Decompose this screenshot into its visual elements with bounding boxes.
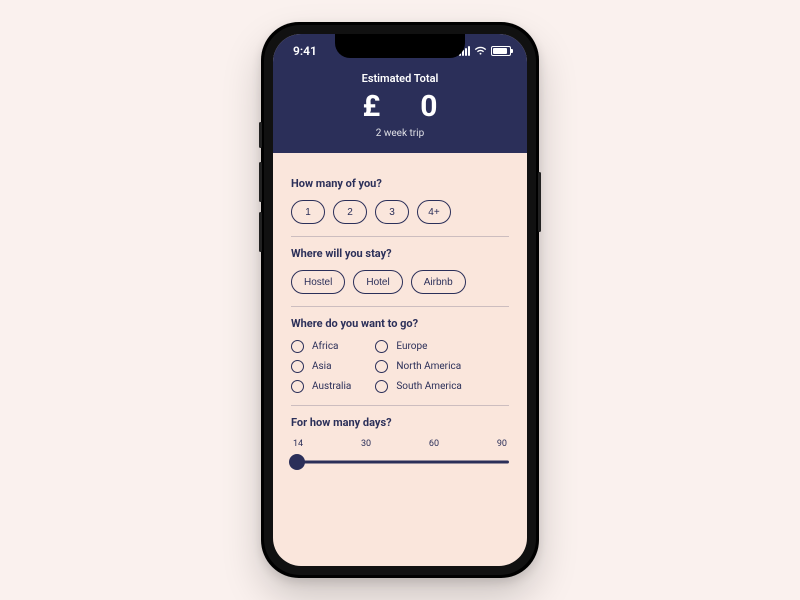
notch: [335, 34, 465, 58]
days-ticks: 14 30 60 90: [291, 439, 509, 449]
stay-option-hotel[interactable]: Hotel: [353, 270, 402, 294]
tick-14: 14: [293, 439, 303, 449]
trip-subtitle: 2 week trip: [273, 128, 527, 139]
volume-down-button: [259, 212, 262, 252]
status-time: 9:41: [293, 44, 317, 58]
wifi-icon: [474, 46, 487, 56]
people-question: How many of you?: [291, 177, 509, 190]
tick-60: 60: [429, 439, 439, 449]
radio-icon: [375, 380, 388, 393]
volume-up-button: [259, 162, 262, 202]
destination-asia[interactable]: Asia: [291, 360, 351, 373]
currency-symbol: £: [362, 89, 380, 124]
slider-track: [291, 461, 509, 464]
destination-col-left: Africa Asia Australia: [291, 340, 351, 393]
stay-section: Where will you stay? Hostel Hotel Airbnb: [291, 237, 509, 307]
radio-icon: [291, 360, 304, 373]
estimated-total-label: Estimated Total: [273, 72, 527, 85]
content: How many of you? 1 2 3 4+ Where will you…: [273, 153, 527, 493]
radio-icon: [291, 340, 304, 353]
destination-label: Australia: [312, 381, 351, 392]
destination-label: Asia: [312, 361, 332, 372]
destination-label: South America: [396, 381, 462, 392]
phone-bezel: 9:41 Estimated Total £ 0 2 week trip How: [264, 25, 536, 575]
destination-europe[interactable]: Europe: [375, 340, 462, 353]
days-section: For how many days? 14 30 60 90: [291, 406, 509, 483]
screen: 9:41 Estimated Total £ 0 2 week trip How: [273, 34, 527, 566]
phone-frame: 9:41 Estimated Total £ 0 2 week trip How: [261, 22, 539, 578]
destination-question: Where do you want to go?: [291, 317, 509, 330]
people-section: How many of you? 1 2 3 4+: [291, 167, 509, 237]
destination-col-right: Europe North America South America: [375, 340, 462, 393]
people-option-2[interactable]: 2: [333, 200, 367, 224]
power-button: [538, 172, 541, 232]
status-right: [459, 46, 511, 56]
days-question: For how many days?: [291, 416, 509, 429]
people-option-1[interactable]: 1: [291, 200, 325, 224]
days-slider[interactable]: [291, 453, 509, 471]
stay-options: Hostel Hotel Airbnb: [291, 270, 509, 294]
people-option-4plus[interactable]: 4+: [417, 200, 451, 224]
stay-option-airbnb[interactable]: Airbnb: [411, 270, 466, 294]
destination-options: Africa Asia Australia Europe North Ameri…: [291, 340, 509, 393]
destination-label: Europe: [396, 341, 427, 352]
stay-option-hostel[interactable]: Hostel: [291, 270, 345, 294]
tick-30: 30: [361, 439, 371, 449]
battery-icon: [491, 46, 511, 56]
destination-australia[interactable]: Australia: [291, 380, 351, 393]
people-option-3[interactable]: 3: [375, 200, 409, 224]
destination-label: North America: [396, 361, 461, 372]
destination-label: Africa: [312, 341, 339, 352]
mute-switch: [259, 122, 262, 148]
stay-question: Where will you stay?: [291, 247, 509, 260]
destination-north-america[interactable]: North America: [375, 360, 462, 373]
radio-icon: [375, 340, 388, 353]
slider-thumb[interactable]: [289, 454, 305, 470]
destination-section: Where do you want to go? Africa Asia Aus…: [291, 307, 509, 406]
destination-africa[interactable]: Africa: [291, 340, 351, 353]
total-value: 0: [420, 89, 437, 124]
destination-south-america[interactable]: South America: [375, 380, 462, 393]
people-options: 1 2 3 4+: [291, 200, 509, 224]
radio-icon: [375, 360, 388, 373]
radio-icon: [291, 380, 304, 393]
tick-90: 90: [497, 439, 507, 449]
total-row: £ 0: [273, 89, 527, 124]
